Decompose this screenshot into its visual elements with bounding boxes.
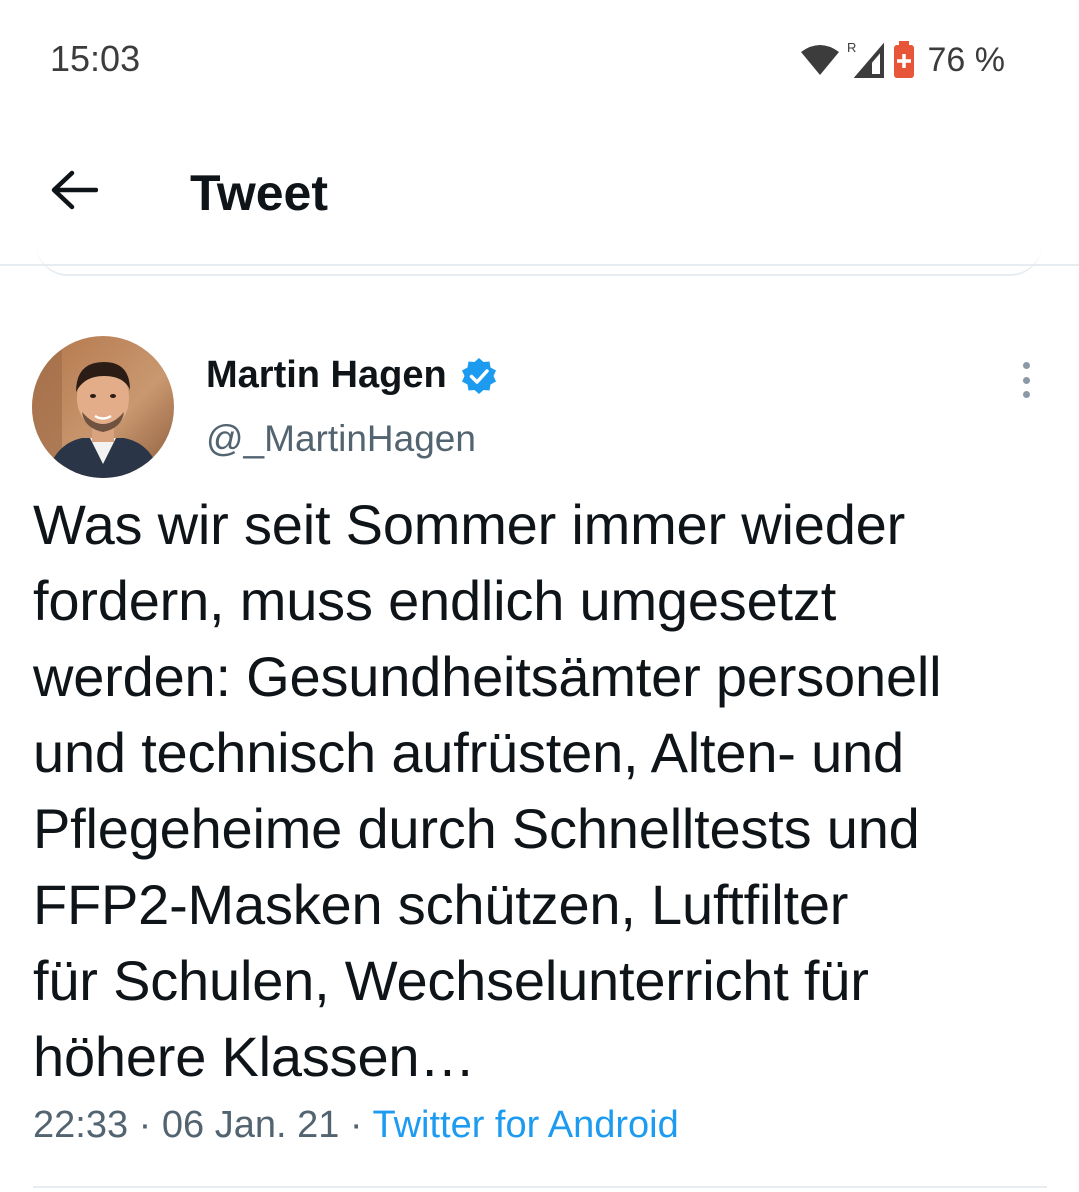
roaming-letter: R (847, 40, 856, 55)
status-time: 15:03 (50, 38, 141, 79)
tweet-date[interactable]: 06 Jan. 21 (162, 1104, 339, 1146)
header-divider (0, 264, 1079, 266)
page-title: Tweet (190, 165, 328, 221)
tweet-text: Was wir seit Sommer immer wieder fordern… (33, 493, 942, 1088)
previous-tweet-edge (36, 244, 1042, 276)
more-options-button[interactable] (1008, 356, 1044, 404)
back-button[interactable] (44, 160, 104, 220)
author-handle[interactable]: @_MartinHagen (206, 418, 476, 460)
author-name[interactable]: Martin Hagen (206, 354, 447, 397)
status-icons: R 76 % (800, 38, 1006, 82)
avatar[interactable] (32, 336, 174, 478)
battery-percent: 76 % (927, 40, 1006, 79)
meta-separator: · (339, 1104, 373, 1146)
tweet-source-link[interactable]: Twitter for Android (372, 1104, 678, 1146)
avatar-photo (32, 336, 174, 478)
verified-badge-icon (461, 357, 496, 394)
more-dot-icon (1022, 376, 1030, 384)
battery-saver-icon (893, 41, 914, 78)
arrow-left-icon (51, 170, 98, 210)
status-bar: 15:03 R 76 % (0, 0, 1079, 120)
tweet-divider (33, 1186, 1047, 1188)
more-dot-icon (1022, 362, 1030, 369)
screen: 15:03 R 76 % Tweet Martin Hagen @_Martin… (0, 0, 1079, 1192)
author-name-row[interactable]: Martin Hagen (206, 354, 499, 397)
meta-separator: · (128, 1104, 162, 1146)
tweet-meta: 22:33 · 06 Jan. 21 · Twitter for Android (33, 1104, 679, 1147)
wifi-icon (800, 45, 839, 75)
app-header: Tweet (0, 120, 1079, 264)
tweet-time[interactable]: 22:33 (33, 1104, 128, 1146)
signal-roaming-icon: R (847, 40, 884, 78)
more-dot-icon (1022, 391, 1030, 398)
